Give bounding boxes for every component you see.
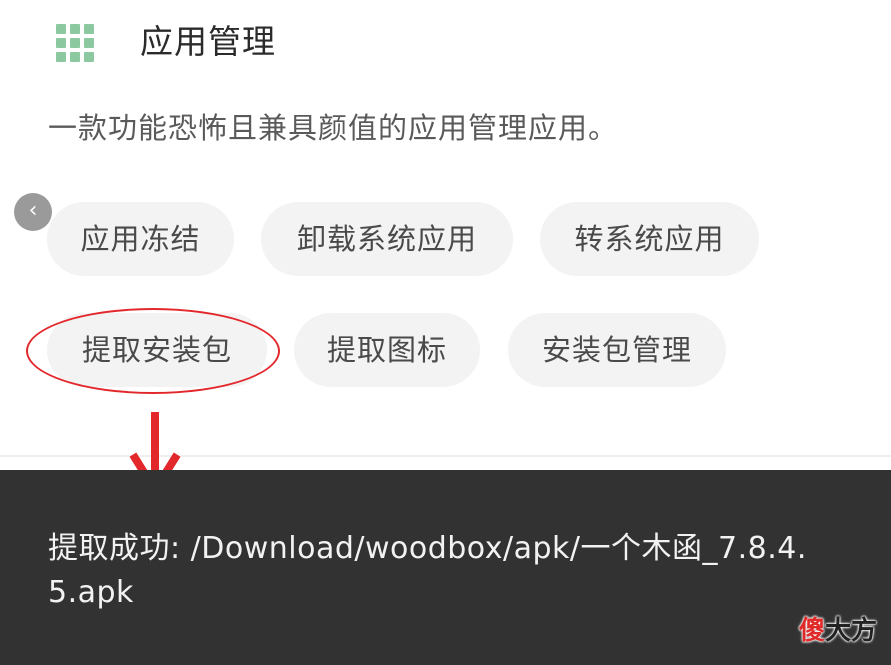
- app-description: 一款功能恐怖且兼具颜值的应用管理应用。: [48, 111, 619, 145]
- toast-message: 提取成功: /Download/woodbox/apk/一个木函_7.8.4.5…: [0, 470, 891, 665]
- apk-manager-button[interactable]: 安装包管理: [508, 313, 726, 387]
- extract-icon-button[interactable]: 提取图标: [294, 313, 480, 387]
- watermark-part1: 傻: [798, 616, 825, 646]
- header: 应用管理: [0, 0, 891, 90]
- page-title: 应用管理: [140, 22, 276, 61]
- chevron-left-icon: ‹: [28, 198, 38, 223]
- back-button[interactable]: ‹: [14, 193, 52, 231]
- apps-grid-icon: [56, 24, 94, 62]
- freeze-app-button[interactable]: 应用冻结: [47, 202, 234, 276]
- toast-text: 提取成功: /Download/woodbox/apk/一个木函_7.8.4.5…: [48, 531, 807, 610]
- convert-system-app-button[interactable]: 转系统应用: [540, 202, 759, 276]
- watermark-part2: 大方: [824, 616, 877, 646]
- app-page: 应用管理 一款功能恐怖且兼具颜值的应用管理应用。 ‹ 应用冻结 卸载系统应用 转…: [0, 0, 891, 665]
- extract-apk-button[interactable]: 提取安装包: [47, 313, 267, 387]
- uninstall-system-app-button[interactable]: 卸载系统应用: [261, 202, 513, 276]
- watermark-logo: 傻大方: [799, 610, 877, 647]
